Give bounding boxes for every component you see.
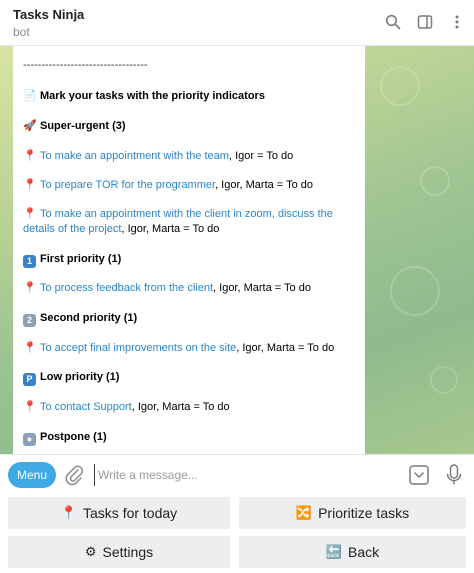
section-postpone: ● Postpone (1) [23,430,359,446]
message-heading: 📄 Mark your tasks with the priority indic… [23,90,265,102]
task-item: 📍 To prepare TOR for the programmer, Igor… [23,179,313,191]
chat-title[interactable]: Tasks Ninja [13,7,84,22]
pin-icon: 📍 [60,505,78,520]
keycap-1-icon: 1 [23,255,36,268]
chat-subtitle: bot [13,25,30,39]
more-icon[interactable] [446,11,468,33]
message-input[interactable] [94,464,394,486]
search-icon[interactable] [382,11,404,33]
task-item: 📍 To make an appointment with the team, I… [23,150,294,162]
microphone-icon[interactable] [444,463,464,487]
sidebar-toggle-icon[interactable] [414,11,436,33]
pin-icon: 📍 [23,401,37,413]
stop-button-icon: ● [23,433,36,446]
rocket-icon: 🚀 [23,120,37,132]
bot-message: ---------------------------------- 📄 Mark… [13,46,365,454]
chat-header: Tasks Ninja bot [0,0,474,46]
bot-keyboard-icon[interactable] [408,464,430,486]
task-link[interactable]: To accept final improvements on the site [40,342,236,354]
gear-icon: ⚙ [84,544,97,559]
settings-button[interactable]: ⚙ Settings [8,536,230,568]
task-item: 📍 To make an appointment with the client … [23,208,333,235]
background-doodle [380,66,420,106]
task-item: 📍 To process feedback from the client, Ig… [23,282,311,294]
background-doodle [430,366,458,394]
back-arrow-icon: 🔙 [325,544,343,559]
background-doodle [390,266,440,316]
task-link[interactable]: To process feedback from the client [40,282,213,294]
task-link[interactable]: To make an appointment with the team [40,150,229,162]
reply-keyboard: 📍 Tasks for today 🔀 Prioritize tasks ⚙ Sett… [0,494,474,573]
section-super-urgent: 🚀 Super-urgent (3) [23,120,126,132]
prioritize-tasks-button[interactable]: 🔀 Prioritize tasks [239,497,466,529]
section-first-priority: 1 First priority (1) [23,252,359,268]
back-button[interactable]: 🔙 Back [239,536,466,568]
menu-button[interactable]: Menu [8,462,56,488]
pin-icon: 📍 [23,150,37,162]
separator: ---------------------------------- [23,59,148,71]
section-second-priority: 2 Second priority (1) [23,311,359,327]
section-low-priority: P Low priority (1) [23,370,359,386]
pin-icon: 📍 [23,342,37,354]
task-link[interactable]: To contact Support [40,401,132,413]
task-item: 📍 To accept final improvements on the sit… [23,342,335,354]
tasks-for-today-button[interactable]: 📍 Tasks for today [8,497,230,529]
keycap-2-icon: 2 [23,314,36,327]
background-doodle [420,166,450,196]
pin-icon: 📍 [23,208,37,220]
parking-icon: P [23,373,36,386]
pin-icon: 📍 [23,282,37,294]
memo-icon: 📄 [23,90,37,102]
task-item: 📍 To contact Support, Igor, Marta = To do [23,401,230,413]
paperclip-icon[interactable] [64,464,84,486]
pin-icon: 📍 [23,179,37,191]
shuffle-icon: 🔀 [295,505,313,520]
message-composer: Menu [0,454,474,494]
chat-area[interactable]: ---------------------------------- 📄 Mark… [0,46,474,454]
task-link[interactable]: To prepare TOR for the programmer [40,179,215,191]
